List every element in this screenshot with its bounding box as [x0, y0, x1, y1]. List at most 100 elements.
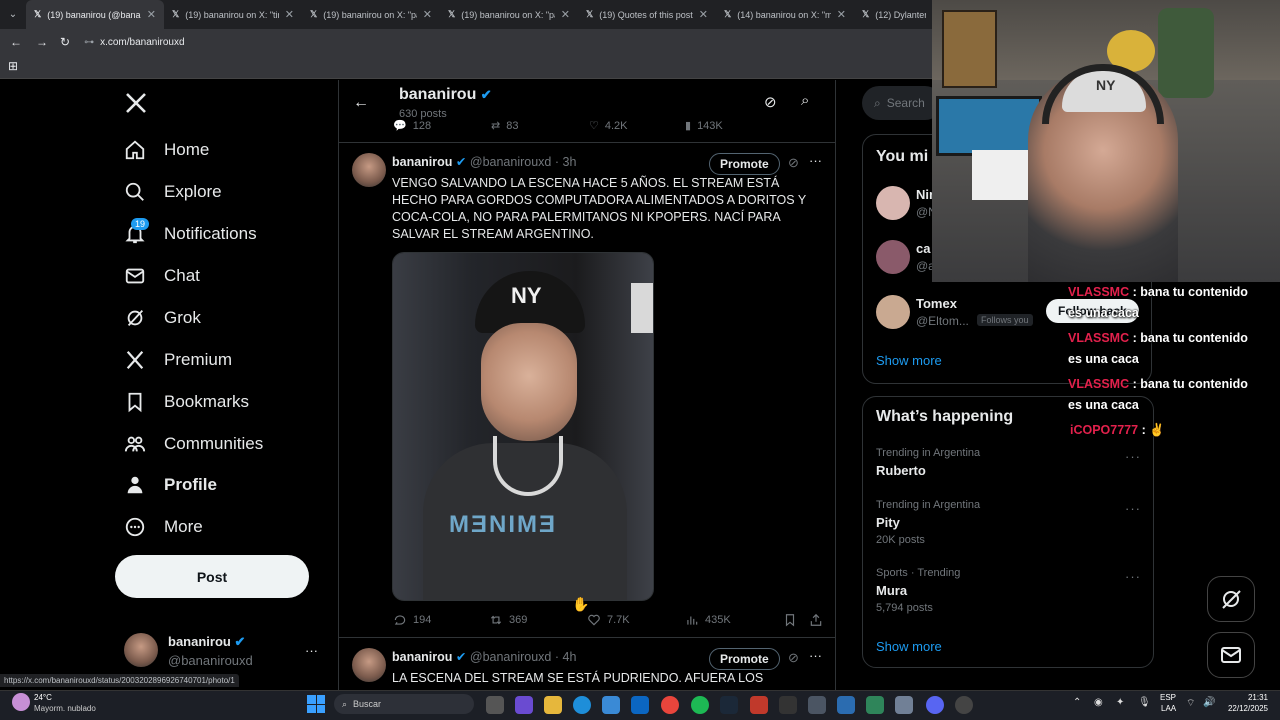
- close-icon[interactable]: ✕: [147, 8, 156, 21]
- close-icon[interactable]: ✕: [699, 8, 708, 21]
- tweet-author-handle[interactable]: @bananirouxd: [470, 155, 552, 169]
- language-layout[interactable]: LAA: [1161, 704, 1176, 713]
- weather-temp[interactable]: 24°C: [34, 693, 52, 702]
- browser-tab[interactable]: 𝕏 (19) bananirou on X: "par ✕: [302, 0, 440, 29]
- back-arrow-icon[interactable]: ←: [353, 94, 369, 112]
- edge-icon[interactable]: [573, 696, 591, 714]
- x-logo-icon[interactable]: [124, 91, 148, 120]
- forward-icon[interactable]: →: [36, 35, 48, 49]
- search-icon[interactable]: ⌕: [801, 92, 809, 109]
- browser-tab[interactable]: 𝕏 (19) bananirou on X: "tirar ✕: [164, 0, 302, 29]
- bookmark-button[interactable]: [783, 613, 797, 627]
- sidebar-item-bookmarks[interactable]: Bookmarks: [124, 391, 249, 413]
- site-info-icon[interactable]: ⊶: [84, 37, 94, 48]
- show-more-link[interactable]: Show more: [876, 639, 942, 654]
- post-button[interactable]: Post: [115, 555, 309, 598]
- more-icon[interactable]: ···: [1125, 449, 1141, 464]
- grok-icon[interactable]: ⊘: [764, 93, 777, 111]
- taskbar-search[interactable]: ⌕ Buscar: [334, 694, 474, 714]
- views-button[interactable]: ▮ 143K: [685, 119, 723, 133]
- app-icon[interactable]: [750, 696, 768, 714]
- copilot-icon[interactable]: [515, 696, 533, 714]
- suggested-user-name[interactable]: Tomex: [916, 296, 957, 311]
- avatar[interactable]: [876, 240, 910, 274]
- repost-button[interactable]: ⇄ 83: [491, 119, 518, 133]
- back-icon[interactable]: ←: [10, 35, 22, 49]
- grok-icon[interactable]: ⊘: [788, 155, 799, 171]
- search-input[interactable]: ⌕ Search: [862, 86, 942, 120]
- reply-button[interactable]: 194: [393, 613, 431, 627]
- sidebar-item-communities[interactable]: Communities: [124, 433, 263, 455]
- tweet-author-name[interactable]: bananirou: [392, 155, 452, 169]
- language-indicator[interactable]: ESP: [1160, 693, 1176, 702]
- more-icon[interactable]: ···: [1125, 569, 1141, 584]
- avatar[interactable]: [124, 633, 158, 667]
- avatar[interactable]: [352, 648, 386, 682]
- reload-icon[interactable]: ↻: [60, 35, 70, 49]
- tweet-time[interactable]: · 3h: [555, 155, 577, 169]
- sidebar-item-grok[interactable]: Grok: [124, 307, 201, 329]
- share-button[interactable]: [809, 613, 823, 627]
- sidebar-item-chat[interactable]: Chat: [124, 265, 200, 287]
- weather-icon[interactable]: [12, 693, 30, 711]
- more-icon[interactable]: ···: [809, 153, 822, 168]
- spotify-icon[interactable]: [691, 696, 709, 714]
- trend-name[interactable]: Pity: [876, 515, 900, 530]
- show-more-link[interactable]: Show more: [876, 353, 942, 368]
- close-icon[interactable]: ✕: [285, 8, 294, 21]
- store-icon[interactable]: [602, 696, 620, 714]
- task-view-icon[interactable]: [486, 696, 504, 714]
- tab-search-icon[interactable]: ⌄: [0, 9, 26, 20]
- avatar[interactable]: [876, 295, 910, 329]
- trend-name[interactable]: Mura: [876, 583, 907, 598]
- tray-icon[interactable]: ✦: [1116, 697, 1124, 708]
- account-name[interactable]: bananirou ✔: [168, 634, 245, 650]
- apps-grid-icon[interactable]: ⊞: [8, 59, 18, 73]
- folder-icon[interactable]: [544, 696, 562, 714]
- sidebar-item-premium[interactable]: Premium: [124, 349, 232, 371]
- app-icon[interactable]: [779, 696, 797, 714]
- app-icon[interactable]: [808, 696, 826, 714]
- app-icon[interactable]: [866, 696, 884, 714]
- url-field[interactable]: x.com/bananirouxd: [100, 37, 185, 48]
- browser-tab[interactable]: 𝕏 (14) bananirou on X: "me ✕: [716, 0, 854, 29]
- close-icon[interactable]: ✕: [837, 8, 846, 21]
- tray-icon[interactable]: ◉: [1094, 697, 1103, 708]
- clock-date[interactable]: 22/12/2025: [1220, 704, 1268, 713]
- sidebar-item-home[interactable]: Home: [124, 139, 209, 161]
- browser-tab[interactable]: 𝕏 (19) bananirou on X: "par ✕: [440, 0, 578, 29]
- browser-tab[interactable]: 𝕏 (19) Quotes of this post / ✕: [578, 0, 716, 29]
- windows-start-icon[interactable]: [307, 695, 325, 713]
- messages-floating-button[interactable]: [1207, 632, 1255, 678]
- discord-icon[interactable]: [926, 696, 944, 714]
- steam-icon[interactable]: [720, 696, 738, 714]
- like-button[interactable]: 7.7K: [587, 613, 630, 627]
- clock-time[interactable]: 21:31: [1228, 693, 1268, 702]
- sidebar-item-explore[interactable]: Explore: [124, 181, 222, 203]
- browser-tab[interactable]: 𝕏 (19) bananirou (@banani ✕: [26, 0, 164, 29]
- tweet-author-name[interactable]: bananirou: [392, 650, 452, 664]
- volume-icon[interactable]: 🔊: [1203, 697, 1215, 708]
- trend-name[interactable]: Ruberto: [876, 463, 926, 478]
- promote-button[interactable]: Promote: [709, 648, 780, 670]
- more-icon[interactable]: ···: [1125, 501, 1141, 516]
- chrome-icon[interactable]: [661, 696, 679, 714]
- network-icon[interactable]: ⌔: [1186, 697, 1195, 710]
- sidebar-item-profile[interactable]: Profile: [124, 474, 217, 496]
- grok-icon[interactable]: ⊘: [788, 650, 799, 666]
- weather-desc[interactable]: Mayorm. nublado: [34, 704, 96, 713]
- outlook-icon[interactable]: [631, 696, 649, 714]
- tweet-author-handle[interactable]: @bananirouxd: [470, 650, 552, 664]
- reply-button[interactable]: 💬 128: [393, 119, 431, 133]
- sidebar-item-more[interactable]: More: [124, 516, 203, 538]
- browser-tab[interactable]: 𝕏(12) Dylantero: [854, 0, 934, 29]
- grok-floating-button[interactable]: [1207, 576, 1255, 622]
- avatar[interactable]: [352, 153, 386, 187]
- promote-button[interactable]: Promote: [709, 153, 780, 175]
- more-icon[interactable]: ···: [809, 648, 822, 663]
- tweet-photo[interactable]: NY MƎNIMƎ: [392, 252, 654, 601]
- avatar[interactable]: [876, 186, 910, 220]
- views-button[interactable]: 435K: [685, 613, 731, 627]
- close-icon[interactable]: ✕: [561, 8, 570, 21]
- settings-icon[interactable]: [895, 696, 913, 714]
